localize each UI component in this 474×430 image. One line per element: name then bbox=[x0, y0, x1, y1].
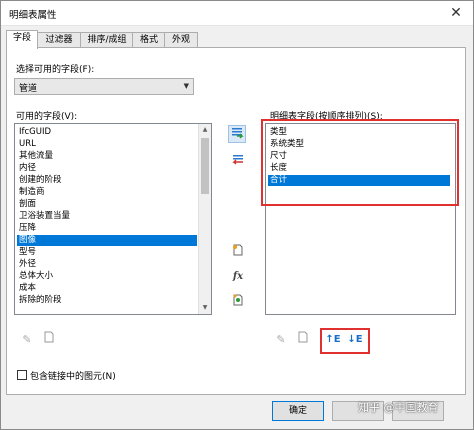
list-item[interactable]: 拆除的阶段 bbox=[17, 295, 62, 306]
include-linked-checkbox[interactable] bbox=[17, 370, 27, 380]
scroll-thumb[interactable] bbox=[201, 138, 209, 194]
list-item[interactable]: 外径 bbox=[17, 259, 36, 270]
list-item[interactable]: 总体大小 bbox=[17, 271, 53, 282]
include-linked-label: 包含链接中的图元(N) bbox=[30, 372, 116, 382]
watermark: 知乎 @中国教育 bbox=[358, 401, 439, 414]
list-item[interactable]: URL bbox=[17, 139, 36, 150]
scroll-down-icon[interactable]: ▼ bbox=[199, 302, 211, 314]
list-item[interactable]: 内径 bbox=[17, 163, 36, 174]
scroll-up-icon[interactable]: ▲ bbox=[199, 124, 211, 136]
new-parameter-icon[interactable] bbox=[229, 243, 247, 261]
vertical-scrollbar[interactable]: ▲ ▼ bbox=[198, 124, 211, 314]
list-item[interactable]: 压降 bbox=[17, 223, 36, 234]
list-item[interactable]: 型号 bbox=[17, 247, 36, 258]
delete-icon[interactable] bbox=[294, 331, 312, 349]
list-item[interactable]: 其他流量 bbox=[17, 151, 53, 162]
close-icon[interactable]: ✕ bbox=[439, 1, 473, 25]
tab-fields[interactable]: 字段 bbox=[6, 30, 38, 49]
list-item[interactable]: 卫浴装置当量 bbox=[17, 211, 70, 222]
add-field-icon[interactable] bbox=[228, 125, 246, 143]
tab-appearance[interactable]: 外观 bbox=[164, 32, 198, 48]
edit-pencil-icon[interactable]: ✎ bbox=[272, 331, 290, 349]
edit-pencil-icon[interactable]: ✎ bbox=[18, 331, 36, 349]
tab-formatting[interactable]: 格式 bbox=[132, 32, 166, 48]
highlight-box bbox=[261, 119, 459, 206]
select-from-label: 选择可用的字段(F): bbox=[16, 65, 95, 75]
available-fields-label: 可用的字段(V): bbox=[16, 112, 78, 122]
list-item[interactable]: 剖面 bbox=[17, 199, 36, 210]
available-fields-list[interactable]: IfcGUID URL 其他流量 内径 创建的阶段 制造商 剖面 卫浴装置当量 … bbox=[14, 123, 212, 315]
list-item-selected[interactable]: 图像 bbox=[17, 235, 197, 246]
category-dropdown[interactable]: 管道 ▼ bbox=[14, 78, 194, 95]
list-item[interactable]: 制造商 bbox=[17, 187, 45, 198]
category-value: 管道 bbox=[19, 84, 38, 94]
combine-parameters-icon[interactable] bbox=[229, 293, 247, 311]
list-item[interactable]: 创建的阶段 bbox=[17, 175, 62, 186]
remove-field-icon[interactable] bbox=[229, 153, 247, 171]
tab-sorting[interactable]: 排序/成组 bbox=[80, 32, 134, 48]
ok-button[interactable]: 确定 bbox=[272, 401, 324, 421]
tab-filter[interactable]: 过滤器 bbox=[36, 32, 82, 48]
list-item[interactable]: IfcGUID bbox=[17, 127, 51, 138]
window-title: 明细表属性 bbox=[9, 10, 57, 21]
formula-icon[interactable]: fx bbox=[229, 268, 247, 286]
highlight-box bbox=[320, 328, 370, 354]
chevron-down-icon: ▼ bbox=[183, 82, 189, 90]
list-item[interactable]: 成本 bbox=[17, 283, 36, 294]
delete-icon[interactable] bbox=[40, 331, 58, 349]
title-bar: 明细表属性 ✕ bbox=[1, 1, 473, 26]
